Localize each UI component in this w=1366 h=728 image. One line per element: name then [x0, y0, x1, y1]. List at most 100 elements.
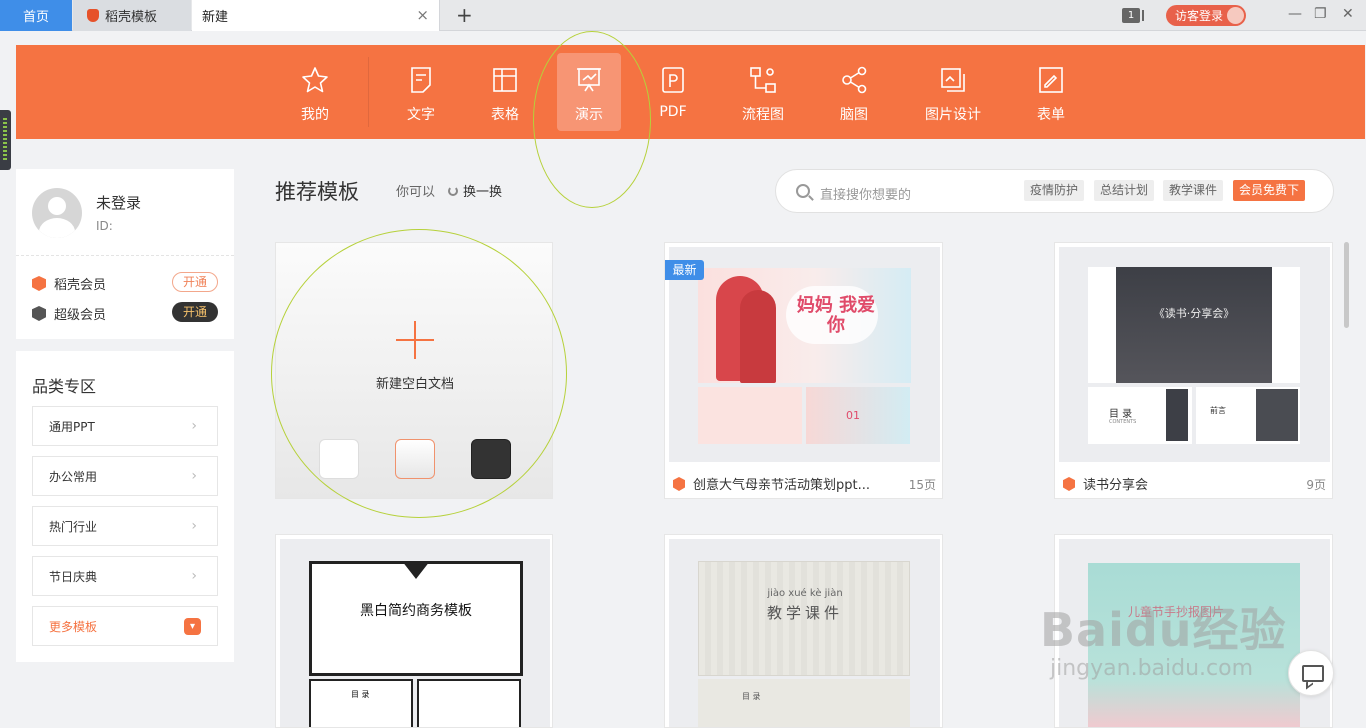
bookshelf-photo [1256, 389, 1298, 441]
chat-icon[interactable] [1288, 650, 1334, 696]
template-card[interactable]: 妈妈 我爱你 01 最新 创意大气母亲节活动策划ppt... 15页 [664, 242, 943, 499]
minimize-icon[interactable]: — [1288, 6, 1302, 22]
watermark-url: jingyan.baidu.com [1050, 656, 1254, 681]
scrollbar-thumb[interactable] [1344, 242, 1349, 328]
docer-member-row: 稻壳会员 [32, 274, 106, 293]
tab-home-label: 首页 [22, 10, 49, 25]
category-label: 热门行业 [49, 519, 98, 534]
gradient-theme-swatch[interactable] [395, 439, 435, 479]
slide-main-text: 黑白简约商务模板 [360, 603, 472, 619]
template-card[interactable]: 《读书·分享会》 目 录 CONTENTS 前言 读书分享会 9页 [1054, 242, 1333, 499]
new-doc-toolbar: 我的 文字 表格 演示 PDF 流程图 脑图 图片设计 表单 [16, 45, 1365, 139]
tool-flowchart[interactable]: 流程图 [731, 53, 795, 131]
user-name[interactable]: 未登录 [96, 192, 141, 213]
super-member-icon [32, 306, 46, 321]
new-blank-label: 新建空白文档 [375, 377, 454, 392]
figure-illustration [740, 290, 776, 383]
slide-preview: 《读书·分享会》 [1088, 267, 1300, 383]
template-thumbnail: 妈妈 我爱你 01 [669, 247, 940, 462]
open-super-member-button[interactable]: 开通 [172, 302, 218, 322]
profile-panel: 未登录 ID: 稻壳会员 开通 超级会员 开通 [16, 169, 234, 339]
tab-new[interactable]: 新建 × [192, 0, 440, 31]
template-title[interactable]: 创意大气母亲节活动策划ppt... [693, 474, 870, 493]
docer-logo-icon [87, 9, 99, 22]
tool-writer[interactable]: 文字 [389, 53, 453, 131]
add-tab-icon[interactable]: + [456, 4, 473, 26]
visitor-login-button[interactable]: 访客登录 [1166, 5, 1246, 26]
refresh-button[interactable]: 换一换 [448, 181, 502, 200]
avatar[interactable] [32, 188, 82, 238]
super-member-row: 超级会员 [32, 304, 106, 323]
plus-icon-bar [396, 339, 434, 341]
vip-free-tag[interactable]: 会员免费下 [1233, 180, 1306, 201]
document-icon [411, 67, 431, 93]
profile-divider [16, 255, 234, 256]
slide-sub-text: 目 录 [351, 690, 370, 699]
slide-sub-text: 目 录 [742, 692, 761, 701]
search-tag[interactable]: 总结计划 [1094, 180, 1155, 201]
template-card[interactable]: jiào xué kè jiàn 教学课件 目 录 [664, 534, 943, 728]
tab-templates-label: 稻壳模板 [105, 10, 158, 25]
restore-icon[interactable]: ❐ [1314, 6, 1327, 22]
image-design-icon [941, 68, 965, 92]
slide-preview [417, 679, 521, 727]
white-theme-swatch[interactable] [319, 439, 359, 479]
tool-image-design[interactable]: 图片设计 [921, 53, 985, 131]
refresh-icon [448, 185, 458, 196]
category-title: 品类专区 [32, 377, 97, 396]
tool-form[interactable]: 表单 [1019, 53, 1083, 131]
watermark: Baidu经验 jingyan.baidu.com [1040, 604, 1320, 692]
window-count-badge[interactable]: 1 [1122, 8, 1144, 23]
template-thumbnail: 黑白简约商务模板 目 录 [280, 539, 550, 727]
template-search[interactable]: 直接搜你想要的 疫情防护 总结计划 教学课件 会员免费下 [775, 169, 1334, 213]
search-input[interactable]: 直接搜你想要的 [820, 184, 911, 203]
slide-main-text: 《读书·分享会》 [1153, 307, 1235, 320]
dark-theme-swatch[interactable] [471, 439, 511, 479]
user-id: ID: [96, 219, 113, 233]
tab-home[interactable]: 首页 [0, 0, 72, 31]
form-icon [1039, 67, 1063, 93]
template-card[interactable]: 黑白简约商务模板 目 录 [275, 534, 553, 728]
template-thumbnail: 《读书·分享会》 目 录 CONTENTS 前言 [1059, 247, 1330, 462]
docer-member-label: 稻壳会员 [54, 278, 107, 293]
refresh-label: 换一换 [463, 185, 503, 200]
slide-main-text: 妈妈 我爱你 [796, 295, 876, 336]
tool-pdf[interactable]: PDF [641, 53, 705, 131]
tool-mindmap[interactable]: 脑图 [822, 53, 886, 131]
side-grip-handle[interactable] [0, 110, 11, 170]
slide-preview: 目 录 CONTENTS [1088, 387, 1192, 444]
pdf-icon [662, 67, 684, 93]
search-tag[interactable]: 教学课件 [1163, 180, 1224, 201]
category-item-holiday[interactable]: 节日庆典 › [32, 556, 218, 596]
slide-preview: 目 录 [698, 679, 910, 727]
slide-sub-text: 目 录 [1109, 409, 1133, 420]
close-window-icon[interactable]: ✕ [1342, 6, 1354, 22]
slide-preview: 黑白简约商务模板 [309, 561, 523, 676]
open-docer-member-button[interactable]: 开通 [172, 272, 218, 292]
new-blank-document-card[interactable]: 新建空白文档 [275, 242, 553, 499]
slide-pinyin: jiào xué kè jiàn [767, 588, 843, 599]
category-item-general-ppt[interactable]: 通用PPT › [32, 406, 218, 446]
tool-writer-label: 文字 [407, 107, 435, 123]
search-icon [796, 184, 810, 198]
table-icon [493, 68, 517, 92]
recommend-title: 推荐模板 [275, 180, 359, 204]
flowchart-icon [750, 67, 776, 93]
docer-logo-icon: ▾ [184, 618, 201, 635]
tool-mine[interactable]: 我的 [283, 53, 347, 131]
more-templates-button[interactable]: 更多模板 ▾ [32, 606, 218, 646]
search-tag[interactable]: 疫情防护 [1024, 180, 1085, 201]
slide-preview: 妈妈 我爱你 [698, 268, 911, 383]
category-item-office[interactable]: 办公常用 › [32, 456, 218, 496]
close-tab-icon[interactable]: × [416, 8, 429, 23]
category-item-industry[interactable]: 热门行业 › [32, 506, 218, 546]
template-title[interactable]: 读书分享会 [1083, 474, 1148, 493]
tab-templates[interactable]: 稻壳模板 [73, 0, 191, 31]
tab-new-label: 新建 [202, 10, 229, 25]
tool-presentation[interactable]: 演示 [557, 53, 621, 131]
tab-bar: 首页 稻壳模板 新建 × + 1 访客登录 — ❐ ✕ [0, 0, 1366, 31]
slide-sub-text: CONTENTS [1109, 419, 1137, 425]
tool-spreadsheet[interactable]: 表格 [473, 53, 537, 131]
bookshelf-photo [1166, 389, 1188, 441]
tool-mindmap-label: 脑图 [840, 107, 868, 123]
